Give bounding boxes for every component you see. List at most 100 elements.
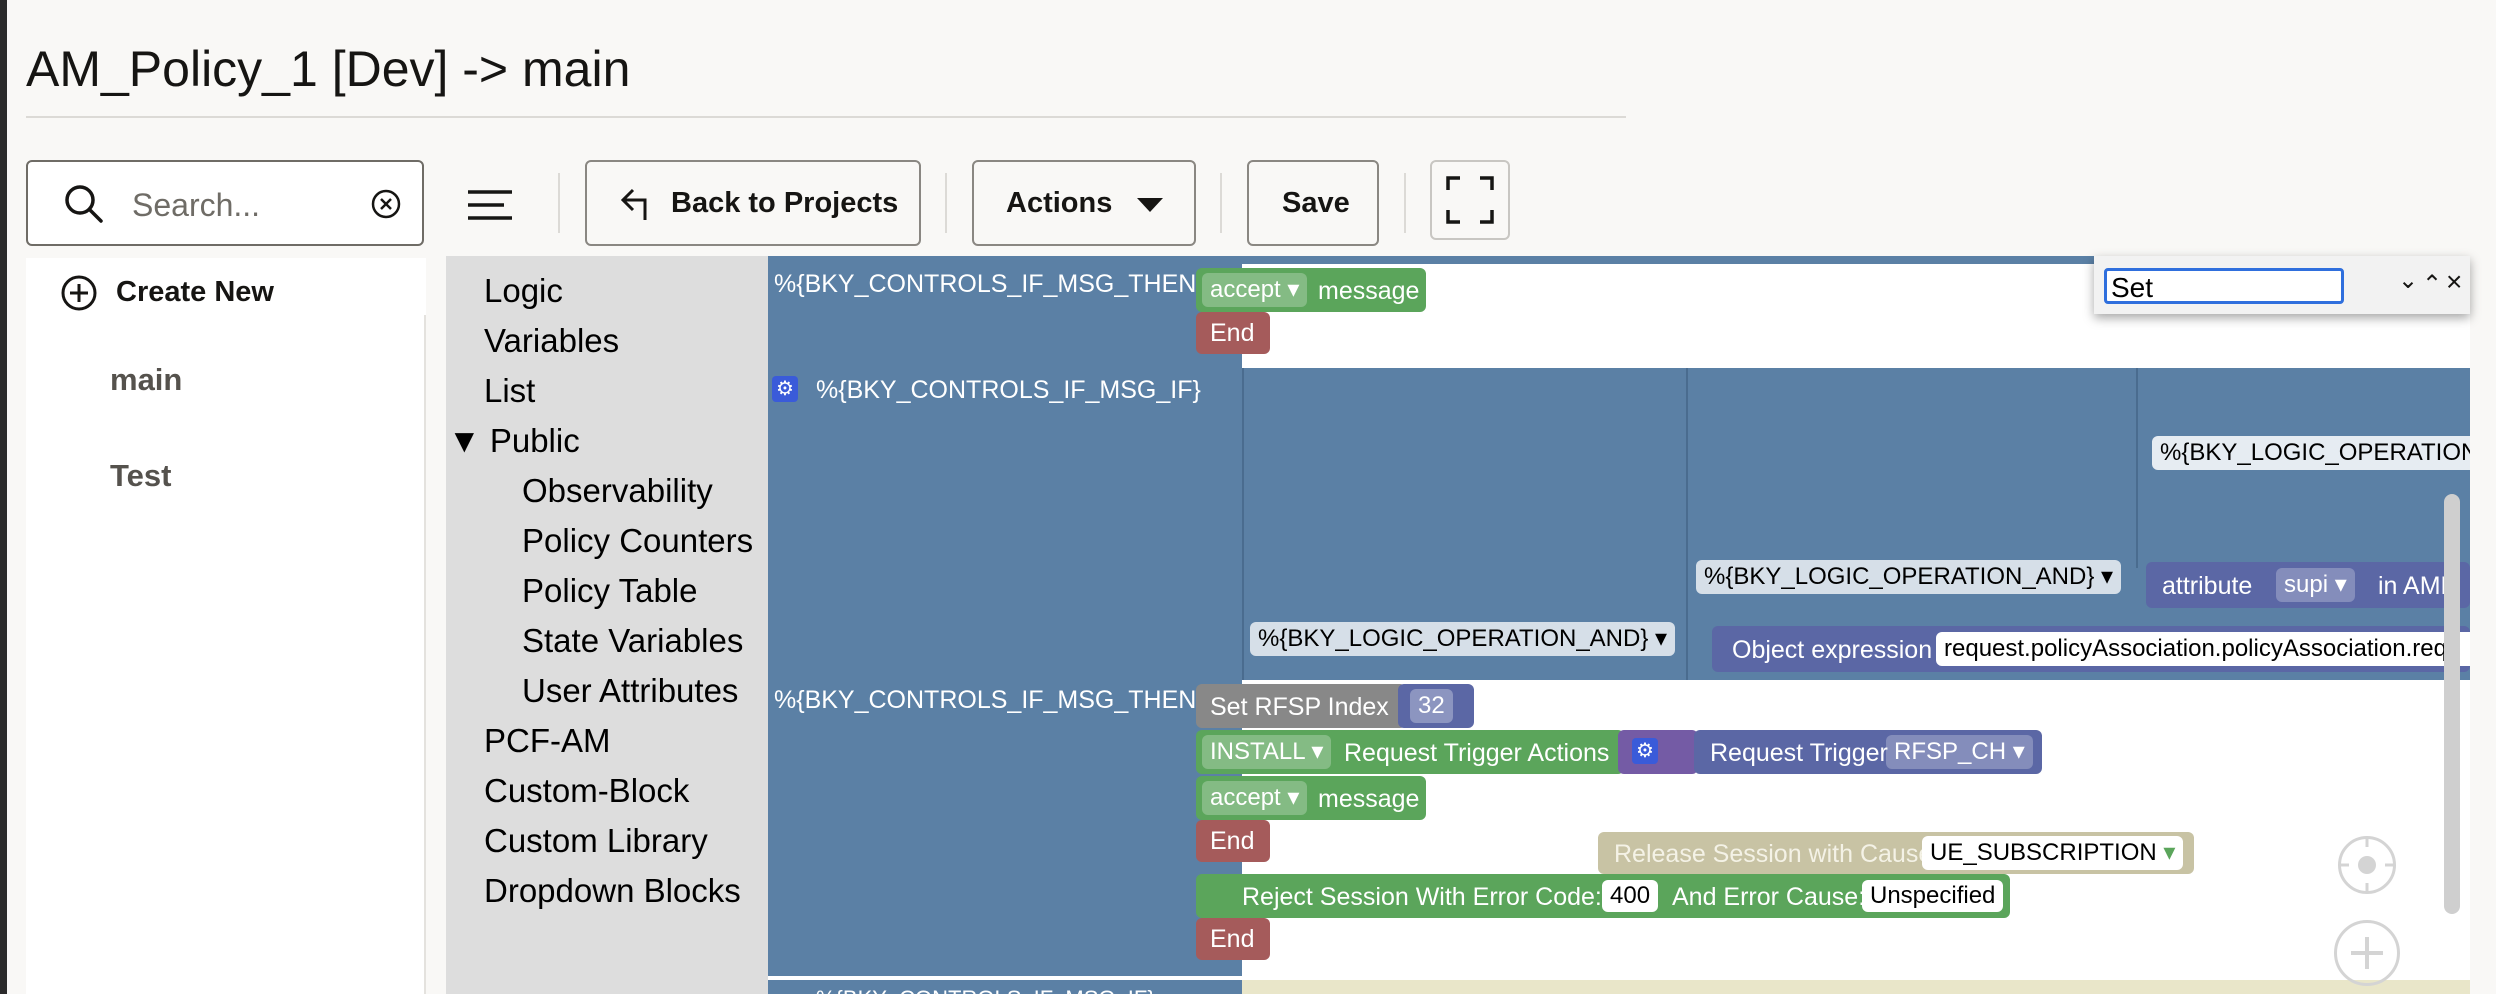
request-trigger-dropdown[interactable]: RFSP_CH ▾ (1886, 735, 2033, 769)
release-session-block[interactable]: Release Session with Cause: UE_SUBSCRIPT… (1598, 832, 2194, 874)
sidebar-item-test[interactable]: Test (110, 458, 171, 494)
public-label: Public (489, 422, 580, 459)
rfsp-value-field[interactable]: 32 (1410, 689, 1453, 723)
window-edge (0, 0, 7, 994)
sidebar-divider (424, 315, 426, 994)
title-divider (26, 116, 1626, 118)
actions-label: Actions (1006, 187, 1113, 219)
object-expression-block[interactable]: Object expression request.policyAssociat… (1712, 626, 2470, 672)
toolbox-category-pcf-am[interactable]: PCF-AM (484, 722, 611, 760)
chevron-down-icon (1137, 198, 1163, 212)
search-input[interactable]: Search... (132, 187, 260, 224)
target-icon (2341, 839, 2393, 891)
back-to-projects-button[interactable]: Back to Projects (585, 160, 921, 246)
workspace-scrollbar[interactable] (2444, 494, 2460, 914)
toolbox-category-logic[interactable]: Logic (484, 272, 563, 310)
release-cause-dropdown[interactable]: UE_SUBSCRIPTION ▾ (1922, 836, 2184, 870)
back-button-label: Back to Projects (671, 187, 899, 219)
search-icon (65, 185, 103, 223)
condition-divider (2136, 368, 2138, 568)
gear-icon[interactable]: ⚙ (1632, 738, 1658, 764)
accept-dropdown-2[interactable]: accept ▾ (1202, 781, 1308, 815)
toolbox-category-dropdown-blocks[interactable]: Dropdown Blocks (484, 872, 741, 910)
reject-session-label: Reject Session With Error Code: (1242, 883, 1602, 911)
fullscreen-button[interactable] (1430, 160, 1510, 240)
if-block-main[interactable] (768, 368, 1242, 976)
toolbox-category-custom-library[interactable]: Custom Library (484, 822, 708, 860)
toolbox-item-user-attributes[interactable]: User Attributes (522, 672, 738, 710)
menu-icon[interactable] (466, 188, 514, 222)
chevron-down-icon[interactable]: ⌄ (2398, 266, 2418, 295)
attribute-block[interactable]: attribute supi ▾ in AMF (2146, 562, 2470, 608)
message-label: message (1318, 277, 1420, 305)
rfsp-value-block[interactable]: 32 (1398, 684, 1474, 728)
then-label-2: %{BKY_CONTROLS_IF_MSG_THEN} (774, 686, 1205, 714)
if-label: %{BKY_CONTROLS_IF_MSG_IF} (816, 376, 1201, 404)
logic-op-or-field[interactable]: %{BKY_LOGIC_OPERATION (2152, 436, 2470, 470)
attribute-label: attribute (2162, 572, 2253, 600)
end-block-3[interactable]: End (1196, 918, 1270, 960)
install-dropdown[interactable]: INSTALL ▾ (1202, 735, 1332, 769)
request-trigger-block[interactable]: Request Trigger RFSP_CH ▾ (1694, 730, 2042, 774)
toolbox-category-variables[interactable]: Variables (484, 322, 619, 360)
logic-op-and-dropdown-2[interactable]: %{BKY_LOGIC_OPERATION_AND} ▾ (1250, 622, 1676, 656)
toolbox-category-list[interactable]: List (484, 372, 535, 410)
toolbox-category-custom-block[interactable]: Custom-Block (484, 772, 689, 810)
toolbar-separator (945, 173, 947, 233)
attribute-dropdown[interactable]: supi ▾ (2276, 568, 2355, 602)
chevron-up-icon[interactable]: ⌃ (2422, 270, 2442, 299)
set-rfsp-block[interactable]: Set RFSP Index (1196, 684, 1406, 728)
then-label: %{BKY_CONTROLS_IF_MSG_THEN} (774, 270, 1205, 298)
object-expression-field[interactable]: request.policyAssociation.policyAssociat… (1936, 632, 2470, 666)
set-rfsp-label: Set RFSP Index (1210, 693, 1389, 721)
logic-op-and-dropdown-1[interactable]: %{BKY_LOGIC_OPERATION_AND} ▾ (1696, 560, 2122, 594)
plus-icon (2351, 937, 2383, 969)
save-button[interactable]: Save (1247, 160, 1379, 246)
toolbar-separator (1404, 173, 1406, 233)
toolbox-category-public[interactable]: ▼ Public (448, 422, 580, 460)
toolbox-item-observability[interactable]: Observability (522, 472, 713, 510)
close-icon[interactable]: × (2446, 266, 2462, 298)
gear-icon[interactable]: ⚙ (772, 376, 798, 402)
toolbox-item-policy-counters[interactable]: Policy Counters (522, 522, 753, 560)
create-new-label: Create New (116, 276, 274, 308)
accept-message-block[interactable]: accept ▾ message (1196, 268, 1426, 312)
end-block-2[interactable]: End (1196, 820, 1270, 862)
accept-message-block-2[interactable]: accept ▾ message (1196, 776, 1426, 820)
reject-code-field[interactable]: 400 (1602, 880, 1659, 912)
page-title: AM_Policy_1 [Dev] -> main (26, 41, 631, 97)
find-input[interactable]: Set (2104, 268, 2344, 304)
trigger-list-block[interactable]: ⚙ (1618, 730, 1698, 774)
end-label-3: End (1210, 925, 1255, 953)
actions-dropdown[interactable]: Actions (972, 160, 1196, 246)
release-session-label: Release Session with Cause: (1614, 840, 1940, 868)
sidebar-item-main[interactable]: main (110, 362, 182, 398)
clear-search-icon[interactable] (370, 188, 402, 220)
request-trigger-actions-label: Request Trigger Actions (1344, 739, 1610, 767)
accept-dropdown[interactable]: accept ▾ (1202, 273, 1308, 307)
reject-cause-field[interactable]: Unspecified (1862, 880, 2004, 912)
back-arrow-icon (620, 188, 647, 220)
install-trigger-block[interactable]: INSTALL ▾ Request Trigger Actions (1196, 730, 1624, 774)
bottom-strip (1242, 980, 2470, 994)
recenter-control[interactable] (2338, 836, 2396, 894)
toolbox-item-state-variables[interactable]: State Variables (522, 622, 743, 660)
reject-session-block[interactable]: Reject Session With Error Code: 400 And … (1196, 874, 2010, 918)
end-block[interactable]: End (1196, 312, 1270, 354)
toolbox-item-policy-table[interactable]: Policy Table (522, 572, 698, 610)
condition-divider (1686, 368, 1688, 680)
fullscreen-icon (1446, 176, 1494, 224)
find-bar: Set ⌄ ⌃ × (2094, 256, 2470, 314)
message-label-2: message (1318, 785, 1420, 813)
request-trigger-label: Request Trigger (1710, 739, 1888, 767)
toolbar-separator (558, 173, 560, 233)
end-label: End (1210, 319, 1255, 347)
project-sidebar (26, 258, 426, 994)
zoom-in-control[interactable] (2334, 920, 2400, 986)
blockly-workspace[interactable]: Logic Variables List ▼ Public Observabil… (446, 256, 2470, 994)
if-block-bottom[interactable]: %{BKY_CONTROLS_IF_MSG_IF} (768, 980, 1242, 994)
object-expression-label: Object expression (1732, 636, 1933, 664)
search-field[interactable]: Search... (26, 160, 424, 246)
reject-cause-label: And Error Cause: (1672, 883, 1866, 911)
save-label: Save (1282, 187, 1350, 219)
